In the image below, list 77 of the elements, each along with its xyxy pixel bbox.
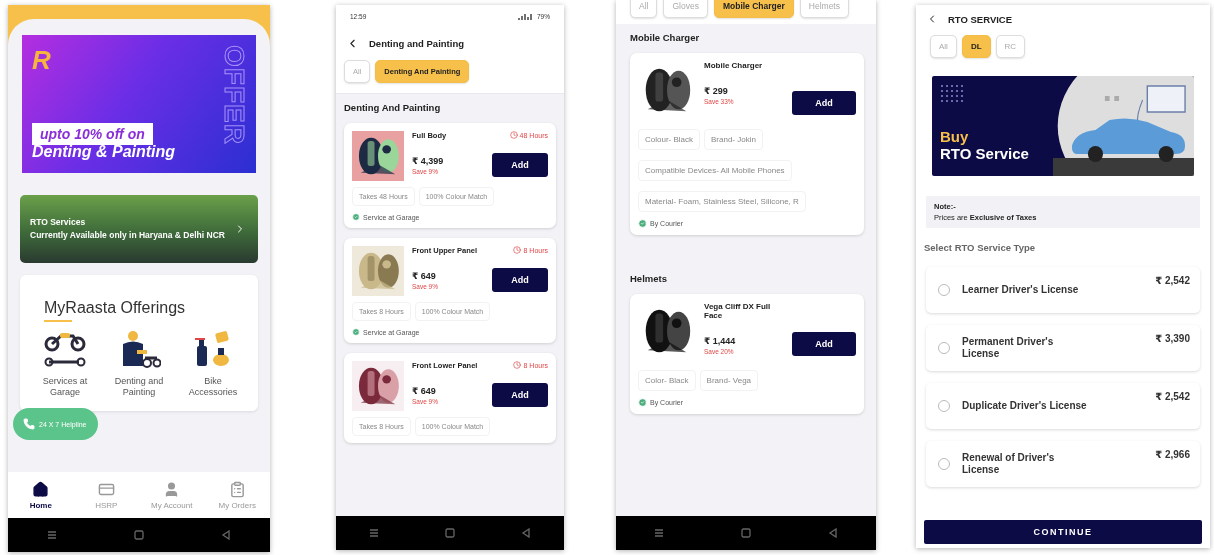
product-price: ₹ 4,399 [412, 156, 445, 166]
radio-button[interactable] [938, 284, 950, 296]
banner-accent: Buy [940, 128, 970, 145]
offer-headline: upto 10% off on [32, 123, 153, 145]
clock-icon [513, 361, 522, 369]
feature-tag: Compatible Devices- All Mobile Phones [638, 160, 792, 181]
feature-tag: Brand- Vega [699, 370, 759, 391]
menu-icon[interactable] [369, 528, 379, 538]
feature-tag: Material- Foam, Stainless Steel, Silicone, R [638, 191, 806, 212]
add-button[interactable]: Add [492, 153, 548, 177]
service-option[interactable]: Learner Driver's License ₹ 2,542 [926, 267, 1200, 313]
triangle-icon[interactable] [221, 530, 232, 540]
section-title: Denting And Painting [344, 102, 442, 113]
add-button[interactable]: Add [492, 268, 548, 292]
home-icon [32, 480, 50, 498]
phone-icon [23, 418, 35, 430]
check-circle-icon [352, 328, 360, 336]
option-label: Learner Driver's License [962, 284, 1080, 296]
product-price: ₹ 1,444 [704, 336, 737, 346]
screen-title: RTO SERVICE [948, 13, 1013, 25]
menu-icon[interactable] [654, 528, 665, 538]
service-option[interactable]: Duplicate Driver's License ₹ 2,542 [926, 383, 1200, 429]
continue-button[interactable]: CONTINUE [924, 520, 1202, 544]
service-option[interactable]: Permanent Driver's License ₹ 3,390 [926, 325, 1200, 371]
add-button[interactable]: Add [492, 383, 548, 407]
banner-title: RTO Service [940, 145, 1030, 162]
clock-icon [513, 246, 522, 254]
triangle-icon[interactable] [521, 528, 531, 538]
product-name: Vega Cliff DX Full Face [704, 302, 772, 320]
option-price: ₹ 2,966 [1155, 449, 1190, 460]
add-button[interactable]: Add [792, 332, 856, 356]
logo: R [32, 45, 51, 76]
radio-button[interactable] [938, 342, 950, 354]
offering-item[interactable]: Bike Accessories [178, 330, 248, 399]
add-button[interactable]: Add [792, 91, 856, 115]
nav-tab[interactable]: Home [8, 472, 74, 518]
rto-banner[interactable]: RTO Services Currently Available only in Haryana & Delhi NCR [20, 195, 258, 263]
menu-icon[interactable] [46, 530, 57, 540]
triangle-icon[interactable] [827, 528, 838, 538]
check-circle-icon [352, 213, 360, 221]
clock-icon [509, 131, 518, 139]
square-icon[interactable] [741, 528, 751, 538]
rto-banner-title: RTO Services [30, 217, 87, 228]
section-prompt: Select RTO Service Type [924, 242, 1037, 253]
feature-tag: Colour- Black [638, 129, 700, 150]
filter-chip[interactable]: Mobile Charger [713, 0, 794, 18]
option-price: ₹ 3,390 [1155, 333, 1190, 344]
offering-item[interactable]: Denting and Painting [104, 330, 174, 399]
offerings-title: MyRaasta Offerings [44, 299, 187, 317]
square-icon[interactable] [134, 530, 144, 540]
screen-title: Denting and Painting [369, 38, 464, 49]
offering-item[interactable]: Services at Garage [30, 330, 100, 399]
service-option[interactable]: Renewal of Driver's License ₹ 2,966 [926, 441, 1200, 487]
section-title: Helmets [630, 273, 668, 284]
option-label: Duplicate Driver's License [962, 400, 1088, 412]
offer-side-text: OFFER [218, 45, 250, 145]
feature-tag: Color- Black [638, 370, 696, 391]
signal-icon [518, 12, 534, 20]
option-price: ₹ 2,542 [1155, 275, 1190, 286]
option-price: ₹ 2,542 [1155, 391, 1190, 402]
check-circle-icon [638, 219, 647, 228]
rto-banner-text: Currently Available only in Haryana & Delhi NCR [30, 230, 226, 241]
radio-button[interactable] [938, 400, 950, 412]
radio-button[interactable] [938, 458, 950, 470]
orders-icon [228, 480, 246, 498]
product-price: ₹ 649 [412, 386, 437, 396]
feature-tag: Brand- Jokin [704, 129, 763, 150]
check-circle-icon [638, 398, 647, 407]
option-label: Renewal of Driver's License [962, 452, 1056, 476]
product-name: Mobile Charger [704, 61, 764, 70]
section-title: Mobile Charger [630, 32, 701, 43]
product-price: ₹ 299 [704, 86, 729, 96]
product-price: ₹ 649 [412, 271, 437, 281]
offer-subline: Denting & Painting [32, 143, 176, 160]
option-label: Permanent Driver's License [962, 336, 1055, 360]
square-icon[interactable] [445, 528, 455, 538]
filter-chip[interactable]: DL [961, 35, 991, 58]
